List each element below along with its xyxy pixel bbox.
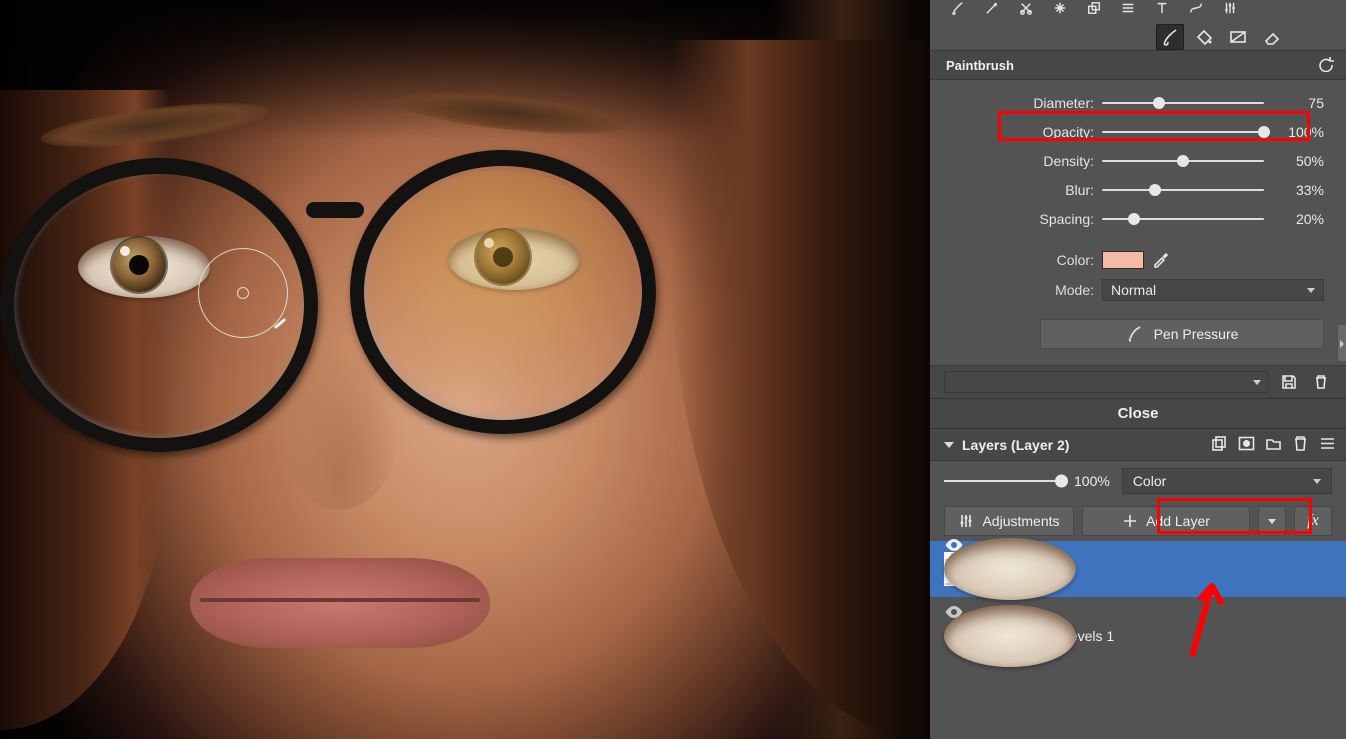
pen-pressure-button[interactable]: Pen Pressure	[1040, 319, 1324, 349]
mask-icon[interactable]	[1238, 435, 1255, 455]
add-layer-menu-button[interactable]	[1258, 506, 1286, 536]
add-layer-button[interactable]: Add Layer	[1082, 506, 1250, 536]
adjustments-button[interactable]: Adjustments	[944, 506, 1074, 536]
brush-cursor-center	[237, 287, 249, 299]
diameter-value: 75	[1276, 95, 1324, 111]
opacity-slider[interactable]: Opacity: 100%	[944, 117, 1324, 146]
preset-bar	[930, 365, 1346, 399]
paintbrush-sliders: Diameter: 75 Opacity: 100% Density: 50% …	[930, 80, 1346, 237]
mode-value: Normal	[1111, 282, 1156, 298]
close-label: Close	[1118, 405, 1159, 422]
close-button[interactable]: Close	[930, 399, 1346, 429]
spacing-label: Spacing:	[944, 211, 1094, 227]
opacity-value: 100%	[1276, 124, 1324, 140]
mode-select[interactable]: Normal	[1102, 279, 1324, 301]
chevron-down-icon[interactable]	[944, 442, 954, 448]
density-value: 50%	[1276, 153, 1324, 169]
cut-icon[interactable]	[1018, 1, 1034, 18]
paint-icon[interactable]	[1156, 24, 1184, 50]
chevron-down-icon	[1268, 519, 1276, 524]
layers-opacity-row: 100% Color	[930, 461, 1346, 501]
wand-icon[interactable]	[984, 1, 1000, 18]
canvas-area[interactable]	[0, 0, 930, 739]
visibility-icon[interactable]	[944, 538, 1076, 600]
adjust-icon[interactable]	[1222, 1, 1238, 18]
shapes-icon[interactable]	[1086, 1, 1102, 18]
blend-mode-value: Color	[1133, 473, 1166, 489]
brush-icon[interactable]	[950, 1, 966, 18]
blur-value: 33%	[1276, 182, 1324, 198]
eraser-icon[interactable]	[1258, 24, 1286, 50]
reset-icon[interactable]	[1318, 56, 1334, 75]
gradient-icon[interactable]	[1224, 24, 1252, 50]
layer-row-levels1[interactable]: Levels 1	[930, 611, 1346, 661]
layers-header: Layers (Layer 2)	[930, 429, 1346, 461]
eyedropper-icon[interactable]	[1152, 250, 1170, 271]
chevron-down-icon	[1313, 479, 1321, 484]
photo-placeholder	[0, 0, 930, 739]
tool-icons-row	[930, 0, 1346, 18]
fx-label: fx	[1307, 512, 1319, 530]
spacing-slider[interactable]: Spacing: 20%	[944, 204, 1324, 233]
color-label: Color:	[944, 252, 1094, 268]
layer-buttons: Adjustments Add Layer fx	[930, 501, 1346, 541]
diameter-label: Diameter:	[944, 95, 1094, 111]
folder-icon[interactable]	[1265, 435, 1282, 455]
layer-list: Layer 2 Levels 1	[930, 541, 1346, 739]
lines-icon[interactable]	[1120, 1, 1136, 18]
layers-title: Layers (Layer 2)	[962, 437, 1069, 453]
layer-opacity-slider[interactable]	[944, 480, 1062, 482]
mode-label: Mode:	[944, 282, 1094, 298]
bucket-icon[interactable]	[1190, 24, 1218, 50]
diameter-slider[interactable]: Diameter: 75	[944, 88, 1324, 117]
mode-row: Mode: Normal	[930, 275, 1346, 305]
delete-preset-icon[interactable]	[1310, 371, 1332, 393]
panel-expander[interactable]	[1338, 325, 1346, 361]
paintbrush-title: Paintbrush	[946, 58, 1014, 73]
tool-subicons-row	[930, 18, 1346, 50]
color-swatch[interactable]	[1102, 251, 1144, 269]
chevron-down-icon	[1307, 288, 1315, 293]
blur-slider[interactable]: Blur: 33%	[944, 175, 1324, 204]
spacing-value: 20%	[1276, 211, 1324, 227]
visibility-icon[interactable]	[944, 605, 1076, 667]
pen-pressure-label: Pen Pressure	[1154, 326, 1239, 342]
duplicate-layer-icon[interactable]	[1211, 435, 1228, 455]
density-label: Density:	[944, 153, 1094, 169]
blur-label: Blur:	[944, 182, 1094, 198]
layer-row-layer2[interactable]: Layer 2	[930, 541, 1346, 597]
opacity-label: Opacity:	[944, 124, 1094, 140]
menu-icon[interactable]	[1319, 435, 1336, 455]
paintbrush-header: Paintbrush	[930, 50, 1346, 80]
curve-icon[interactable]	[1188, 1, 1204, 18]
fx-button[interactable]: fx	[1294, 506, 1332, 536]
sparkle-icon[interactable]	[1052, 1, 1068, 18]
chevron-down-icon	[1253, 380, 1261, 385]
layer-opacity-value: 100%	[1074, 473, 1110, 489]
save-preset-icon[interactable]	[1278, 371, 1300, 393]
text-icon[interactable]	[1154, 1, 1170, 18]
preset-select[interactable]	[944, 371, 1268, 393]
adjustments-label: Adjustments	[982, 513, 1059, 529]
side-panel: Paintbrush Diameter: 75 Opacity: 100% De…	[930, 0, 1346, 739]
density-slider[interactable]: Density: 50%	[944, 146, 1324, 175]
trash-icon[interactable]	[1292, 435, 1309, 455]
add-layer-label: Add Layer	[1146, 513, 1210, 529]
blend-mode-select[interactable]: Color	[1122, 468, 1332, 494]
color-row: Color:	[930, 245, 1346, 275]
